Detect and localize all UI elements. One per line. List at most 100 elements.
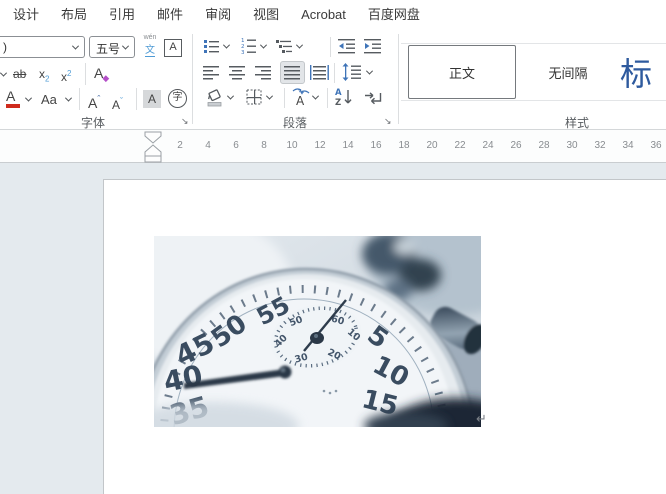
ribbon-tab[interactable]: Acrobat — [290, 0, 357, 30]
shrink-caret-icon: ˇ — [120, 96, 124, 106]
line-spacing-chevron[interactable] — [365, 67, 374, 75]
chevron-down-icon[interactable] — [71, 42, 80, 50]
font-color-button[interactable]: A — [6, 89, 20, 108]
justify-button-selected[interactable] — [280, 61, 305, 84]
ribbon-tab[interactable]: 审阅 — [194, 0, 242, 30]
ribbon-tab[interactable]: 布局 — [50, 0, 98, 30]
line-spacing-icon[interactable] — [342, 63, 362, 82]
ruler-number: 24 — [482, 140, 494, 151]
font-size-combobox[interactable]: 五号 — [89, 36, 135, 58]
ribbon-tab[interactable]: 视图 — [242, 0, 290, 30]
font-name-combobox[interactable]: ) — [0, 36, 85, 58]
character-border-button[interactable]: A — [164, 39, 182, 57]
bullet-list-chevron[interactable] — [222, 41, 231, 49]
ruler-number: 18 — [398, 140, 410, 151]
ribbon-tab[interactable]: 引用 — [98, 0, 146, 30]
shading-bucket-icon[interactable] — [206, 88, 224, 107]
first-line-indent-marker[interactable] — [144, 131, 162, 144]
document-page[interactable]: 55 50 45 40 35 5 10 15 60 10 20 — [103, 179, 666, 494]
ribbon-tab[interactable]: 百度网盘 — [357, 0, 431, 30]
superscript-2: 2 — [67, 69, 72, 78]
increase-indent-icon[interactable] — [364, 38, 382, 55]
decrease-indent-icon[interactable] — [338, 38, 356, 55]
ruler-number: 12 — [314, 140, 326, 151]
ruler-number: 32 — [594, 140, 606, 151]
asian-layout-icon[interactable]: A — [291, 87, 311, 107]
stopwatch-photo[interactable]: 55 50 45 40 35 5 10 15 60 10 20 — [104, 206, 539, 494]
font-color-chevron[interactable] — [24, 94, 33, 102]
character-shading-button[interactable]: A — [143, 90, 161, 108]
shrink-font-button[interactable]: Aˇ — [112, 91, 123, 115]
grow-font-A: A — [88, 95, 98, 111]
enclose-characters-button[interactable]: 字 — [168, 89, 187, 108]
ruler-number: 16 — [370, 140, 382, 151]
multilevel-list-chevron[interactable] — [295, 41, 304, 49]
phonetic-guide-pinyin: wén — [143, 34, 157, 41]
svg-text:Z: Z — [335, 98, 341, 108]
ribbon-tab[interactable]: 设计 — [2, 0, 50, 30]
align-center-icon[interactable] — [229, 64, 246, 81]
left-indent-marker[interactable] — [144, 155, 162, 163]
svg-text:A: A — [335, 88, 342, 98]
justify-icon — [284, 66, 300, 80]
style-heading1[interactable]: 标 — [620, 45, 666, 99]
superscript-button[interactable]: x2 — [61, 64, 71, 87]
numbered-list-chevron[interactable] — [259, 41, 268, 49]
font-name-value: ) — [3, 40, 7, 54]
phonetic-guide-hanzi: 文 — [145, 41, 155, 57]
bullet-list-icon[interactable] — [203, 38, 220, 55]
sort-icon[interactable]: A Z — [335, 87, 355, 108]
document-area[interactable]: 55 50 45 40 35 5 10 15 60 10 20 — [0, 163, 666, 494]
svg-text:A: A — [296, 94, 305, 107]
ruler-number: 10 — [286, 140, 298, 151]
borders-icon[interactable] — [246, 89, 263, 106]
ruler-number: 26 — [510, 140, 522, 151]
distributed-icon[interactable] — [310, 64, 329, 81]
numbered-list-icon[interactable]: 123 — [240, 37, 257, 55]
text-effects-button[interactable]: A◆ — [94, 63, 110, 85]
paragraph-mark: ↵ — [476, 411, 487, 426]
text-effects-diamond-icon: ◆ — [102, 73, 110, 83]
ruler-number: 8 — [261, 140, 267, 151]
change-case-chevron[interactable] — [64, 94, 73, 102]
stopwatch-image: 55 50 45 40 35 5 10 15 60 10 20 — [104, 206, 539, 494]
hanging-indent-marker[interactable] — [144, 144, 162, 157]
svg-text:3: 3 — [241, 50, 245, 55]
asian-layout-chevron[interactable] — [311, 92, 320, 100]
paragraph-dialog-launcher-icon[interactable]: ↘ — [384, 116, 394, 126]
subscript-2: 2 — [45, 74, 50, 84]
phonetic-guide-button[interactable]: wén 文 — [140, 34, 160, 57]
styles-group-label: 样式 — [564, 116, 589, 130]
ruler-number: 22 — [454, 140, 466, 151]
strikethrough-button[interactable]: ab — [13, 64, 26, 84]
shading-chevron[interactable] — [226, 92, 235, 100]
style-no-spacing[interactable]: 无间隔 — [524, 45, 612, 99]
ruler-number: 28 — [538, 140, 550, 151]
style-normal[interactable]: 正文 — [408, 45, 516, 99]
ruler-number: 30 — [566, 140, 578, 151]
font-dialog-launcher-icon[interactable]: ↘ — [181, 116, 191, 126]
ribbon: ) 五号 wén 文 A ab x2 x2 A◆ A Aa Aˆ Aˇ A 字 … — [0, 30, 666, 130]
underline-menu-chevron[interactable] — [0, 69, 8, 77]
indent-markers[interactable] — [144, 131, 164, 163]
subscript-button[interactable]: x2 — [39, 64, 49, 89]
shrink-font-A: A — [112, 98, 121, 112]
multilevel-list-icon[interactable] — [276, 38, 293, 55]
ruler-number: 4 — [205, 140, 211, 151]
ribbon-tab[interactable]: 邮件 — [146, 0, 194, 30]
show-marks-icon[interactable] — [364, 89, 383, 107]
font-color-swatch — [6, 104, 20, 108]
ribbon-tab-bar: 设计 布局 引用 邮件 审阅 视图 Acrobat 百度网盘 — [0, 0, 666, 30]
paragraph-group-label: 段落 — [282, 116, 307, 130]
font-size-value: 五号 — [96, 42, 121, 56]
horizontal-ruler[interactable]: 2 4 6 8 10 12 14 16 18 20 22 24 26 28 30 32 34 36 — [0, 130, 666, 163]
ruler-numbers: 2 4 6 8 10 12 14 16 18 20 22 24 26 28 30 32 34 36 — [166, 130, 666, 162]
change-case-button[interactable]: Aa — [41, 90, 57, 110]
grow-font-button[interactable]: Aˆ — [88, 89, 100, 113]
ruler-number: 14 — [342, 140, 354, 151]
borders-chevron[interactable] — [265, 92, 274, 100]
align-right-icon[interactable] — [255, 64, 272, 81]
align-left-icon[interactable] — [203, 64, 220, 81]
chevron-down-icon[interactable] — [121, 42, 130, 50]
ruler-number: 36 — [650, 140, 662, 151]
